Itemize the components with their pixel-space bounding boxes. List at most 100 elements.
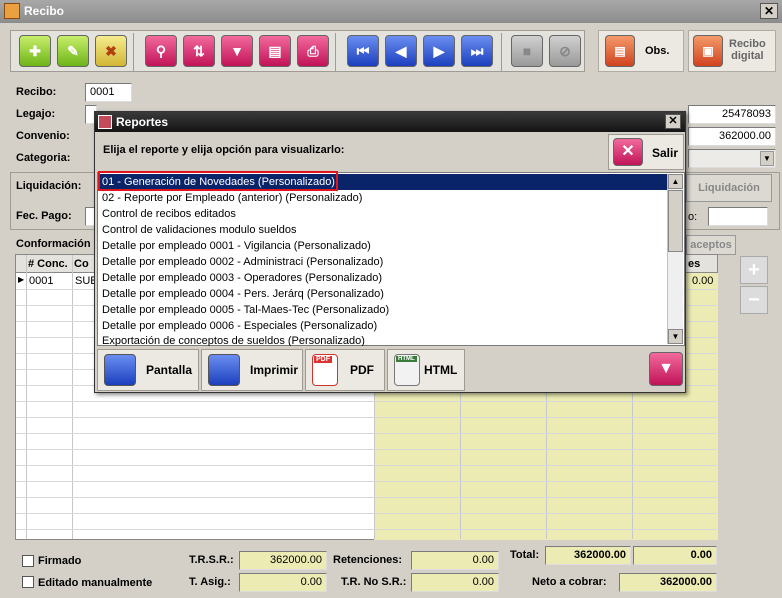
grid-row-line	[16, 497, 717, 498]
reports-listbox[interactable]: 01 - Generación de Novedades (Personaliz…	[97, 171, 685, 346]
recibo-label: Recibo:	[16, 86, 57, 98]
monitor-icon	[104, 354, 136, 386]
convenio-right-field[interactable]: 362000.00	[688, 127, 776, 146]
report-item-label: 01 - Generación de Novedades (Personaliz…	[102, 176, 335, 188]
recibo-digital-button[interactable]: ▣ Recibo digital	[688, 30, 776, 72]
retenciones-label: Retenciones:	[333, 554, 403, 566]
trnosr-label: T.R. No S.R.:	[341, 576, 407, 588]
neto-label: Neto a cobrar:	[532, 576, 607, 588]
header-right: es	[688, 258, 701, 270]
exit-icon: ✕	[613, 138, 643, 166]
dialog-title: Reportes	[116, 115, 169, 129]
report-item[interactable]: Detalle por empleado 0004 - Pers. Jerárq…	[100, 286, 384, 302]
report-item[interactable]: Detalle por empleado 0001 - Vigilancia (…	[100, 238, 371, 254]
toolbar-separator	[501, 33, 502, 71]
report-item[interactable]: 02 - Reporte por Empleado (anterior) (Pe…	[100, 190, 362, 206]
obs-label: Obs.	[645, 45, 670, 57]
salir-button[interactable]: ✕ Salir	[608, 134, 684, 170]
fec-pago-label: Fec. Pago:	[16, 210, 72, 222]
notes-icon: ▤	[605, 35, 635, 67]
cell-num-conc[interactable]: 0001	[29, 275, 53, 287]
delete-icon[interactable]: ✖	[95, 35, 127, 67]
scroll-down-icon[interactable]: ▼	[668, 329, 683, 344]
pdf-button[interactable]: PDF PDF	[305, 349, 385, 391]
report-item[interactable]: Control de validaciones modulo sueldos	[100, 222, 296, 238]
filter-icon[interactable]: ▼	[649, 352, 683, 386]
firmado-checkbox[interactable]	[22, 555, 34, 567]
grid-row-line	[16, 529, 717, 530]
printer-icon	[208, 354, 240, 386]
fec-pago-right-field[interactable]	[708, 207, 768, 226]
chevron-down-icon[interactable]: ▼	[760, 151, 774, 166]
categoria-label: Categoria:	[16, 152, 71, 164]
list-scrollbar[interactable]: ▲ ▼	[667, 174, 683, 344]
html-button[interactable]: HTML HTML	[387, 349, 465, 391]
report-icon[interactable]: ▤	[259, 35, 291, 67]
legajo-right-field[interactable]: 25478093	[688, 105, 776, 124]
fec-pago-right-label: o:	[688, 211, 698, 223]
grid-row-line	[16, 449, 717, 450]
total-field-2: 0.00	[633, 546, 717, 565]
pdf-icon: PDF	[312, 354, 338, 386]
add-icon[interactable]: ✚	[19, 35, 51, 67]
trsr-field: 362000.00	[239, 551, 327, 570]
next-record-icon[interactable]: ▶	[423, 35, 455, 67]
conceptos-button[interactable]: aceptos	[686, 235, 736, 255]
row-marker: ▶	[18, 275, 25, 284]
report-item[interactable]: Control de recibos editados	[100, 206, 236, 222]
pantalla-button[interactable]: Pantalla	[97, 349, 199, 391]
cell-right-value[interactable]: 0.00	[692, 275, 713, 287]
report-item[interactable]: Detalle por empleado 0006 - Especiales (…	[100, 318, 377, 334]
grid-row-line	[16, 481, 717, 482]
html-label: HTML	[424, 363, 458, 377]
retenciones-field: 0.00	[411, 551, 499, 570]
header-num-conc: # Conc.	[28, 258, 68, 270]
window-close-button[interactable]: ✕	[760, 3, 778, 19]
print-icon[interactable]: ⎙	[297, 35, 329, 67]
grid-row-line	[16, 401, 717, 402]
grid-row-line	[16, 465, 717, 466]
first-record-icon[interactable]: ⏮	[347, 35, 379, 67]
imprimir-button[interactable]: Imprimir	[201, 349, 303, 391]
total-field-1: 362000.00	[545, 546, 631, 565]
digital-receipt-icon: ▣	[693, 35, 723, 67]
grid-row-line	[16, 417, 717, 418]
sort-icon[interactable]: ⇅	[183, 35, 215, 67]
search-icon[interactable]: ⚲	[145, 35, 177, 67]
add-row-icon[interactable]: +	[740, 256, 768, 284]
edit-icon[interactable]: ✎	[57, 35, 89, 67]
editado-checkbox[interactable]	[22, 576, 34, 588]
recibo-field[interactable]: 0001	[85, 83, 132, 102]
liquidacion-label: Liquidación:	[16, 180, 82, 192]
categoria-select[interactable]: ▼	[688, 149, 776, 168]
recibo-digital-label: Recibo digital	[729, 38, 766, 62]
dialog-close-button[interactable]: ✕	[665, 114, 681, 129]
pdf-badge: PDF	[314, 356, 332, 363]
trsr-label: T.R.S.R.:	[189, 554, 234, 566]
main-toolbar: ✚ ✎ ✖ ⚲ ⇅ ▼ ▤ ⎙ ⏮ ◀ ▶ ⏭ ■ ⊘	[10, 30, 585, 72]
filter-icon[interactable]: ▼	[221, 35, 253, 67]
html-file-icon: HTML	[394, 354, 420, 386]
last-record-icon[interactable]: ⏭	[461, 35, 493, 67]
header-concepto: Co	[74, 258, 89, 270]
tasig-field: 0.00	[239, 573, 327, 592]
obs-button[interactable]: ▤ Obs.	[598, 30, 684, 72]
legajo-label: Legajo:	[16, 108, 56, 120]
scroll-up-icon[interactable]: ▲	[668, 174, 683, 189]
liquidacion-button[interactable]: Liquidación	[686, 174, 772, 202]
app-icon	[4, 3, 20, 19]
firmado-label: Firmado	[38, 555, 82, 567]
previous-record-icon[interactable]: ◀	[385, 35, 417, 67]
scroll-thumb[interactable]	[668, 190, 683, 252]
remove-row-icon[interactable]: −	[740, 286, 768, 314]
reportes-dialog: Reportes ✕ Elija el reporte y elija opci…	[94, 111, 686, 393]
report-item[interactable]: Detalle por empleado 0003 - Operadores (…	[100, 270, 382, 286]
report-item[interactable]: Detalle por empleado 0002 - Administraci…	[100, 254, 383, 270]
report-item[interactable]: Exportación de conceptos de sueldos (Per…	[100, 334, 365, 346]
report-item[interactable]: Detalle por empleado 0005 - Tal-Maes-Tec…	[100, 302, 389, 318]
imprimir-label: Imprimir	[250, 363, 299, 377]
pantalla-label: Pantalla	[146, 363, 193, 377]
report-item[interactable]: 01 - Generación de Novedades (Personaliz…	[98, 171, 668, 191]
toolbar-separator	[133, 33, 134, 71]
tasig-label: T. Asig.:	[189, 576, 231, 588]
